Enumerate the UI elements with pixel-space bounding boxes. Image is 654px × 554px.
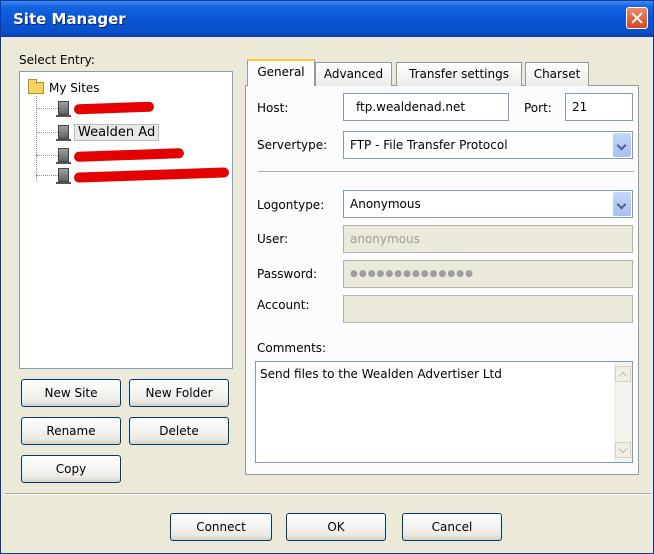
password-label: Password: xyxy=(257,267,318,281)
redacted-site-name xyxy=(73,101,155,115)
chevron-down-icon[interactable] xyxy=(613,192,631,216)
title-bar[interactable]: Site Manager xyxy=(1,1,653,37)
rename-button[interactable]: Rename xyxy=(21,417,121,445)
comments-text: Send files to the Wealden Advertiser Ltd xyxy=(260,367,502,381)
new-site-button[interactable]: New Site xyxy=(21,379,121,407)
select-entry-label: Select Entry: xyxy=(19,53,95,67)
new-folder-button[interactable]: New Folder xyxy=(129,379,229,407)
server-icon xyxy=(56,125,71,141)
comments-label: Comments: xyxy=(257,341,327,355)
account-input[interactable] xyxy=(343,295,633,323)
window-title: Site Manager xyxy=(13,10,126,28)
close-icon[interactable] xyxy=(626,7,648,29)
footer-separator xyxy=(5,493,651,495)
host-input[interactable]: ftp.wealdenad.net xyxy=(343,93,509,121)
servertype-select[interactable]: FTP - File Transfer Protocol xyxy=(343,131,633,159)
port-label: Port: xyxy=(524,101,552,115)
tree-root-my-sites[interactable]: My Sites xyxy=(28,79,100,95)
tree-item-label: Wealden Ad xyxy=(74,123,160,141)
scroll-up-icon[interactable] xyxy=(615,366,631,382)
comments-scrollbar[interactable] xyxy=(614,362,632,462)
ok-button[interactable]: OK xyxy=(286,513,386,541)
tree-item-site-4[interactable] xyxy=(36,166,230,184)
redacted-site-name xyxy=(73,167,230,183)
logontype-select[interactable]: Anonymous xyxy=(343,190,633,218)
section-divider xyxy=(258,171,634,173)
server-icon xyxy=(56,101,71,117)
copy-button[interactable]: Copy xyxy=(21,455,121,483)
scroll-down-icon[interactable] xyxy=(615,442,631,458)
server-icon xyxy=(56,148,71,164)
user-label: User: xyxy=(257,232,289,246)
host-label: Host: xyxy=(257,101,289,115)
chevron-down-icon[interactable] xyxy=(613,133,631,157)
tree-item-site-1[interactable] xyxy=(36,99,155,117)
servertype-label: Servertype: xyxy=(257,138,328,152)
tab-charset[interactable]: Charset xyxy=(525,62,589,86)
password-input[interactable]: ●●●●●●●●●●●●●● xyxy=(343,260,633,288)
tree-root-label: My Sites xyxy=(49,81,100,95)
tab-general[interactable]: General xyxy=(247,59,315,86)
tab-transfer-settings[interactable]: Transfer settings xyxy=(396,62,522,86)
tree-item-site-3[interactable] xyxy=(36,146,185,164)
logontype-value: Anonymous xyxy=(350,197,421,211)
folder-open-icon xyxy=(28,79,44,94)
site-tree[interactable]: My Sites Wealden Ad xyxy=(19,71,233,369)
comments-textarea[interactable]: Send files to the Wealden Advertiser Ltd xyxy=(255,361,633,463)
logontype-label: Logontype: xyxy=(257,198,325,212)
delete-button[interactable]: Delete xyxy=(129,417,229,445)
account-label: Account: xyxy=(257,298,310,312)
servertype-value: FTP - File Transfer Protocol xyxy=(350,138,508,152)
tree-item-site-2[interactable]: Wealden Ad xyxy=(36,123,160,141)
tab-advanced[interactable]: Advanced xyxy=(315,62,392,86)
site-manager-window: Site Manager Select Entry: My Sites Weal… xyxy=(0,0,654,554)
port-input[interactable]: 21 xyxy=(565,93,633,121)
redacted-site-name xyxy=(73,148,185,162)
user-input[interactable]: anonymous xyxy=(343,225,633,253)
cancel-button[interactable]: Cancel xyxy=(402,513,502,541)
connect-button[interactable]: Connect xyxy=(170,513,272,541)
server-icon xyxy=(56,168,71,184)
